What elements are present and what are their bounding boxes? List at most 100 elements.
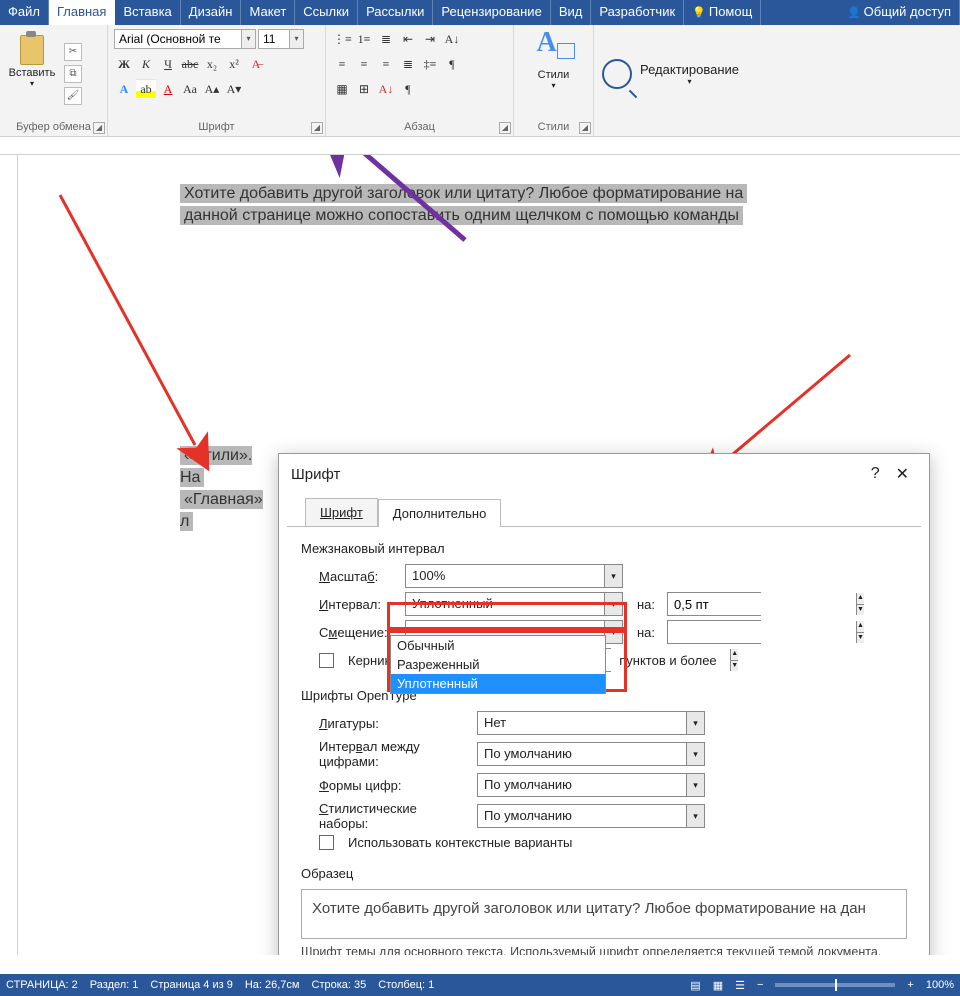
status-page[interactable]: СТРАНИЦА: 2: [6, 979, 78, 991]
bold-button[interactable]: Ж: [114, 54, 134, 74]
font-size-combo[interactable]: ▾: [258, 29, 304, 49]
interval-select[interactable]: Уплотненный▾: [405, 592, 623, 616]
font-color-button[interactable]: A: [158, 79, 178, 99]
selected-text-line2[interactable]: данной странице можно сопоставить одним …: [180, 206, 743, 225]
zoom-slider[interactable]: [775, 983, 895, 987]
view-read-icon[interactable]: ▦: [713, 979, 723, 992]
align-left-button[interactable]: ≡: [332, 54, 352, 74]
paste-button[interactable]: Вставить ▾: [6, 29, 58, 119]
horizontal-ruler[interactable]: [0, 137, 960, 155]
document-page[interactable]: Хотите добавить другой заголовок или цит…: [30, 165, 900, 325]
dialog-tab-font[interactable]: Шрифт: [305, 498, 378, 526]
tab-review[interactable]: Рецензирование: [433, 0, 550, 25]
highlight-button[interactable]: ab: [136, 79, 156, 99]
view-web-icon[interactable]: ☰: [735, 979, 745, 992]
font-group-label: Шрифт: [114, 119, 319, 136]
superscript-button[interactable]: x²: [224, 54, 244, 74]
status-page-of[interactable]: Страница 4 из 9: [150, 979, 232, 991]
zoom-level[interactable]: 100%: [926, 979, 954, 991]
sample-note: Шрифт темы для основного текста. Использ…: [301, 945, 907, 955]
zoom-in-icon[interactable]: +: [907, 979, 913, 991]
tab-layout[interactable]: Макет: [241, 0, 295, 25]
selected-text-line4[interactable]: «Главная» л: [180, 490, 263, 531]
dialog-help-icon[interactable]: ?: [863, 465, 888, 483]
paragraph-mark-button[interactable]: ¶: [398, 79, 418, 99]
show-marks-button[interactable]: ¶: [442, 54, 462, 74]
clear-format-button[interactable]: A̶: [246, 54, 266, 74]
contextual-checkbox[interactable]: [319, 835, 334, 850]
outdent-button[interactable]: ⇤: [398, 29, 418, 49]
line-spacing-button[interactable]: ‡≡: [420, 54, 440, 74]
subscript-button[interactable]: x₂: [202, 54, 222, 74]
grow-font-button[interactable]: A▴: [202, 79, 222, 99]
status-line[interactable]: Строка: 35: [312, 979, 367, 991]
interval-option-normal[interactable]: Обычный: [391, 636, 605, 655]
status-column[interactable]: Столбец: 1: [378, 979, 434, 991]
styles-launcher-icon[interactable]: ◢: [579, 122, 591, 134]
text-effects-button[interactable]: A: [114, 79, 134, 99]
interval-value-spin[interactable]: ▲▼: [667, 592, 761, 616]
format-painter-icon[interactable]: 🖌: [64, 87, 82, 105]
zoom-out-icon[interactable]: −: [757, 979, 763, 991]
tab-file[interactable]: Файл: [0, 0, 49, 25]
interval-label: Интервал:: [319, 597, 397, 612]
sort2-button[interactable]: A↓: [376, 79, 396, 99]
scale-label: Масштаб:: [319, 569, 397, 584]
clipboard-launcher-icon[interactable]: ◢: [93, 122, 105, 134]
paragraph-launcher-icon[interactable]: ◢: [499, 122, 511, 134]
stylistic-sets-select[interactable]: По умолчанию▾: [477, 804, 705, 828]
offset-value-label: на:: [631, 625, 655, 640]
shading-button[interactable]: ▦: [332, 79, 352, 99]
offset-label: Смещение:: [319, 625, 397, 640]
borders-button[interactable]: ⊞: [354, 79, 374, 99]
tab-references[interactable]: Ссылки: [295, 0, 358, 25]
multilevel-button[interactable]: ≣: [376, 29, 396, 49]
cut-icon[interactable]: ✂: [64, 43, 82, 61]
tell-me[interactable]: Помощ: [684, 0, 761, 25]
number-forms-select[interactable]: По умолчанию▾: [477, 773, 705, 797]
status-at[interactable]: На: 26,7см: [245, 979, 300, 991]
view-print-icon[interactable]: ▤: [690, 979, 700, 992]
find-icon[interactable]: [602, 59, 632, 89]
underline-button[interactable]: Ч: [158, 54, 178, 74]
scale-select[interactable]: 100%▾: [405, 564, 623, 588]
numbering-button[interactable]: 1≡: [354, 29, 374, 49]
share-button[interactable]: Общий доступ: [839, 0, 960, 25]
editing-button[interactable]: Редактирование ▾: [640, 62, 739, 86]
copy-icon[interactable]: ⧉: [64, 65, 82, 83]
tab-design[interactable]: Дизайн: [181, 0, 242, 25]
tab-view[interactable]: Вид: [551, 0, 592, 25]
interval-option-expanded[interactable]: Разреженный: [391, 655, 605, 674]
selected-text-line1[interactable]: Хотите добавить другой заголовок или цит…: [180, 184, 747, 203]
font-launcher-icon[interactable]: ◢: [311, 122, 323, 134]
change-case-button[interactable]: Aa: [180, 79, 200, 99]
italic-button[interactable]: К: [136, 54, 156, 74]
bullets-button[interactable]: ⋮≡: [332, 29, 352, 49]
justify-button[interactable]: ≣: [398, 54, 418, 74]
tab-mailings[interactable]: Рассылки: [358, 0, 433, 25]
paste-icon: [16, 29, 48, 65]
dialog-tab-advanced[interactable]: Дополнительно: [378, 499, 502, 527]
styles-icon: [535, 29, 573, 67]
selected-text-line3[interactable]: «Стили». На: [180, 446, 252, 487]
font-name-combo[interactable]: ▾: [114, 29, 256, 49]
tab-home[interactable]: Главная: [49, 0, 115, 25]
styles-button[interactable]: Стили ▾: [528, 29, 580, 119]
vertical-ruler[interactable]: [0, 155, 18, 955]
align-right-button[interactable]: ≡: [376, 54, 396, 74]
tab-insert[interactable]: Вставка: [115, 0, 180, 25]
offset-value-spin[interactable]: ▲▼: [667, 620, 761, 644]
interval-dropdown[interactable]: Обычный Разреженный Уплотненный: [390, 635, 606, 694]
status-section[interactable]: Раздел: 1: [90, 979, 139, 991]
sort-button[interactable]: A↓: [442, 29, 462, 49]
dialog-close-icon[interactable]: ✕: [888, 464, 917, 484]
tab-developer[interactable]: Разработчик: [591, 0, 684, 25]
interval-option-condensed[interactable]: Уплотненный: [391, 674, 605, 693]
ligatures-select[interactable]: Нет▾: [477, 711, 705, 735]
shrink-font-button[interactable]: A▾: [224, 79, 244, 99]
kerning-checkbox[interactable]: [319, 653, 334, 668]
align-center-button[interactable]: ≡: [354, 54, 374, 74]
indent-button[interactable]: ⇥: [420, 29, 440, 49]
strike-button[interactable]: abc: [180, 54, 200, 74]
number-spacing-select[interactable]: По умолчанию▾: [477, 742, 705, 766]
